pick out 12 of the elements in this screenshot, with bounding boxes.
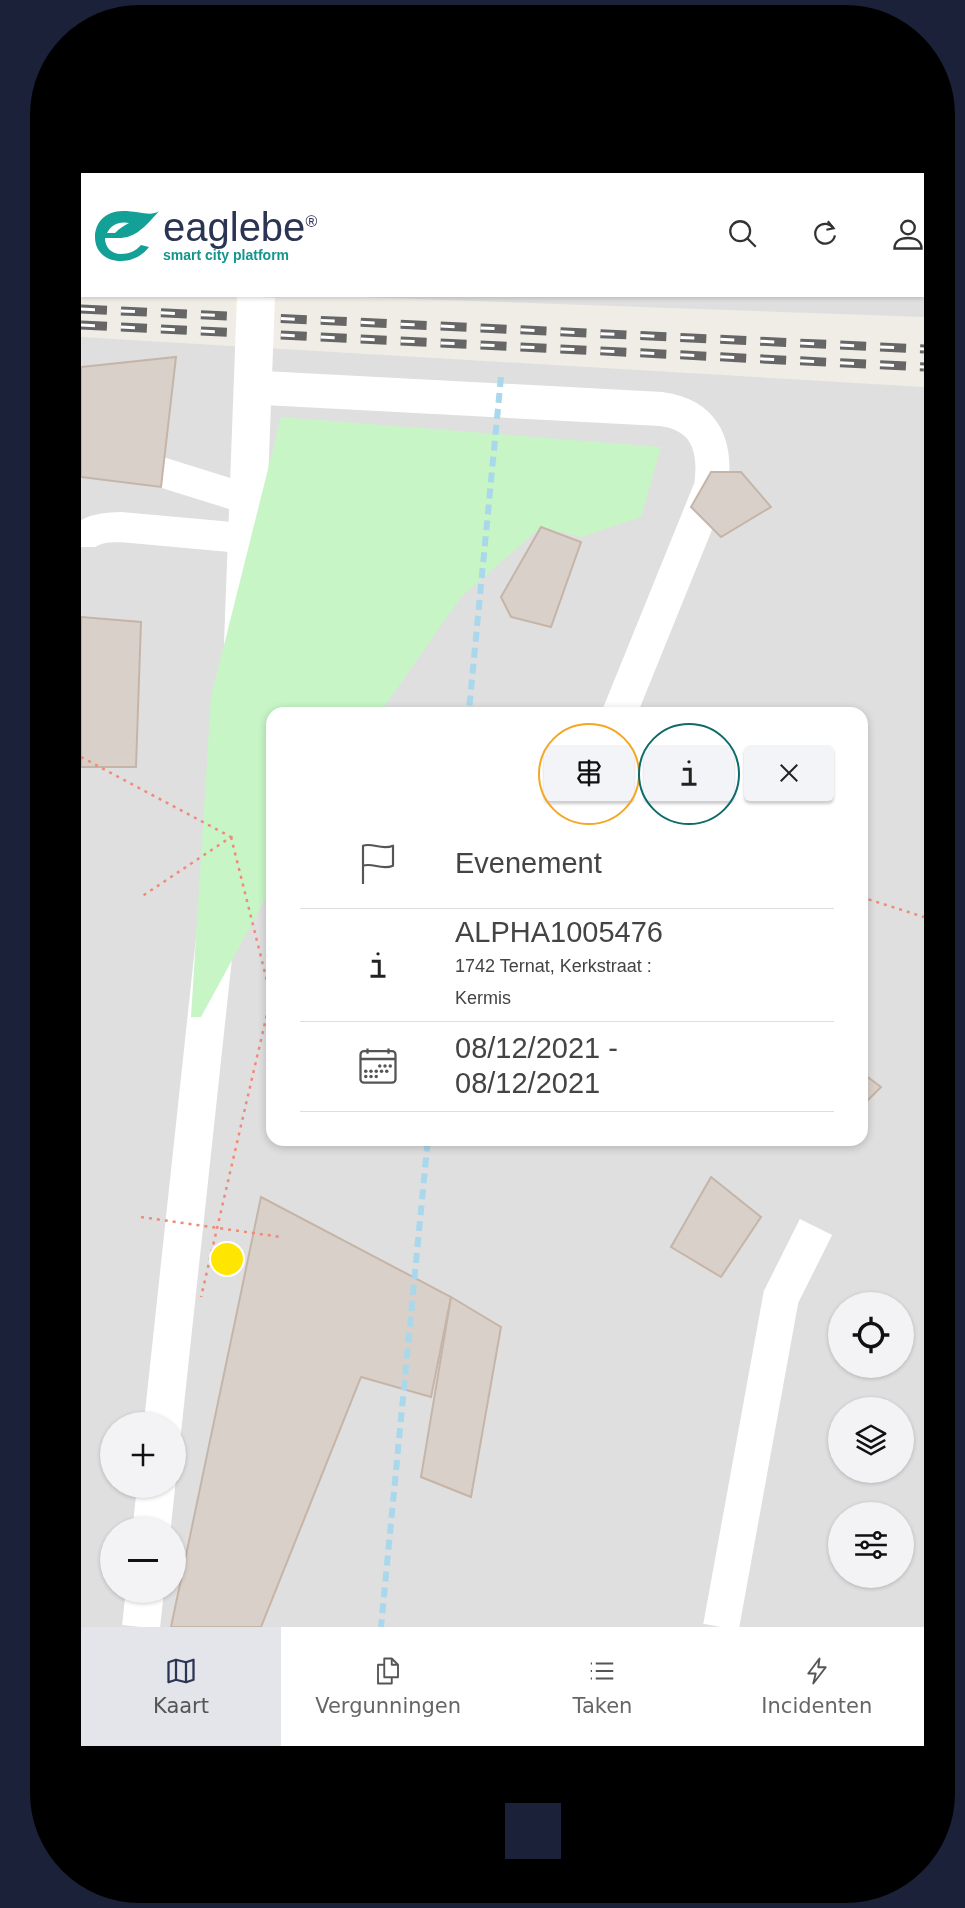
- nav-tab[interactable]: Kaart: [81, 1627, 281, 1746]
- minus-icon: [128, 1558, 158, 1562]
- crosshair-icon: [851, 1315, 891, 1355]
- brand-name: eaglebe$^{®}$: [163, 207, 318, 247]
- user-icon: [890, 217, 924, 253]
- event-type: Evenement: [455, 846, 603, 881]
- directions-button[interactable]: [544, 745, 634, 801]
- date-range: 08/12/2021 - 08/12/2021: [455, 1031, 619, 1101]
- info-button[interactable]: [644, 745, 734, 801]
- close-icon: [778, 762, 800, 784]
- reference-number: ALPHA1005476: [455, 915, 664, 950]
- address-text: 1742 Ternat, Kerkstraat : Kermis: [455, 954, 653, 1011]
